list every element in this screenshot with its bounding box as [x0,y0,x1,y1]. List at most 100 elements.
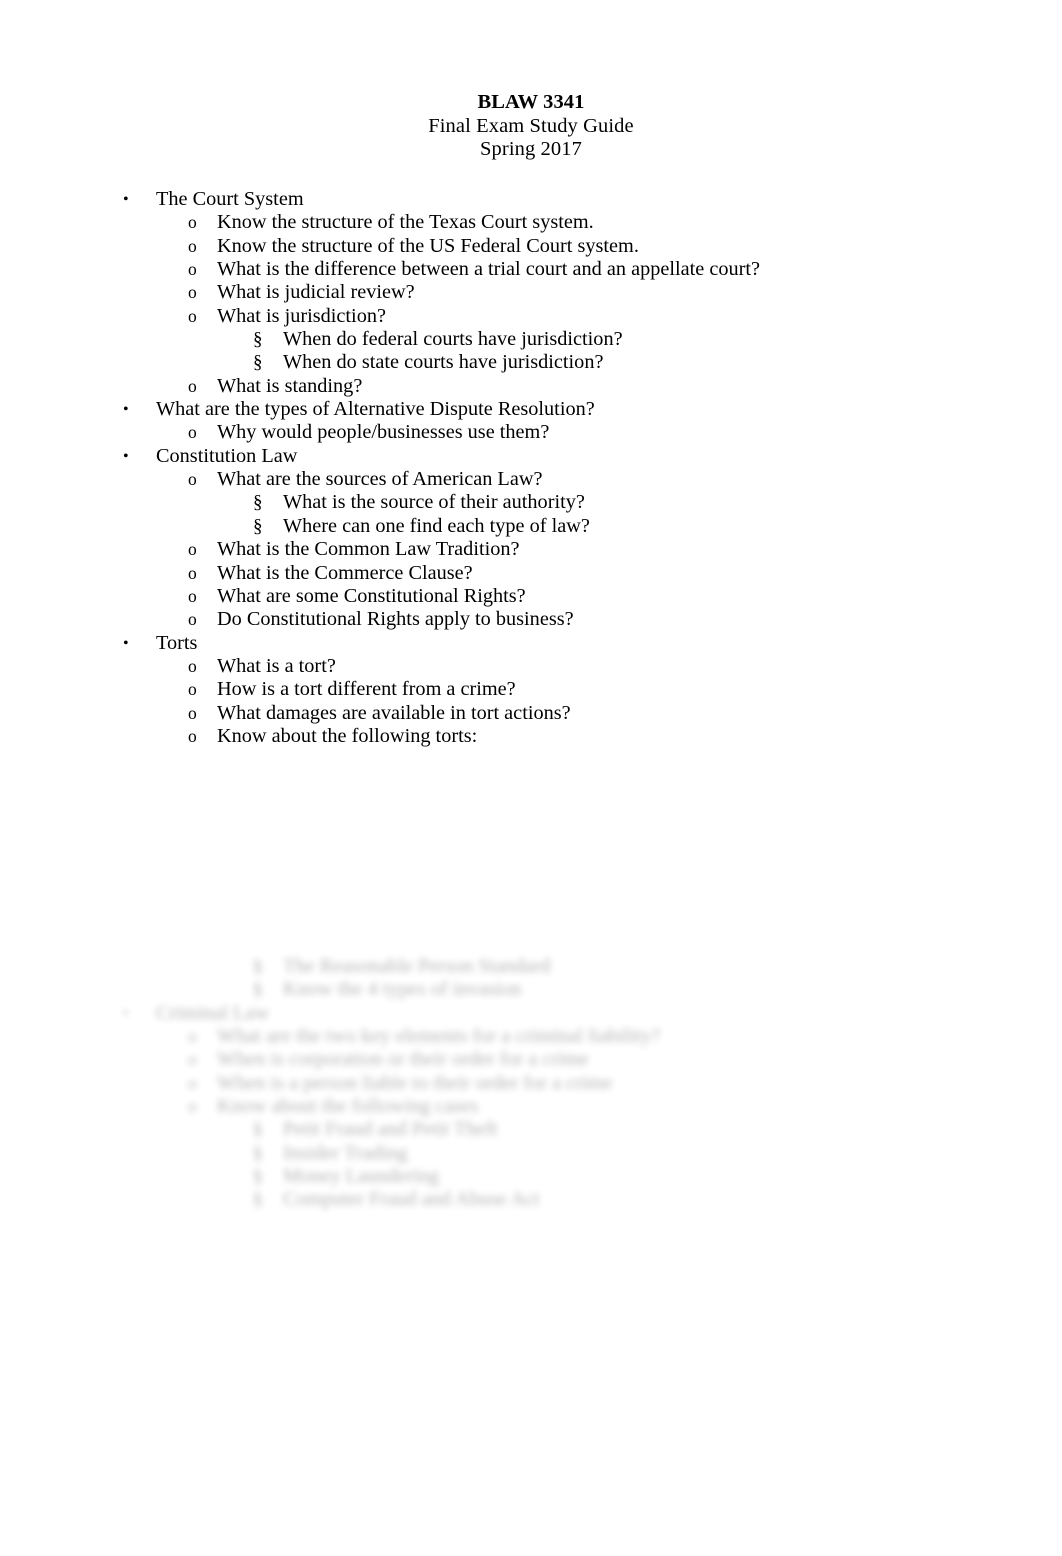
bullet-section-icon: § [253,979,263,1001]
outline-item-row: o What is jurisdiction? [0,305,1062,328]
bullet-section-icon: § [253,492,263,514]
outline-item-text: What damages are available in tort actio… [217,701,571,724]
bullet-dot-icon: • [123,191,129,208]
bullet-circle-icon: o [188,725,197,746]
outline-item-text: Torts [156,631,198,654]
obscured-item-row: § Know the 4 types of invasion [0,978,1062,1001]
outline-item-text: What are some Constitutional Rights? [217,584,526,607]
outline-item-text: Why would people/businesses use them? [217,421,550,444]
bullet-circle-icon: o [188,422,197,443]
bullet-circle-icon: o [188,259,197,280]
bullet-section-icon: § [253,352,263,374]
obscured-item-row: § Insider Trading [0,1142,1062,1165]
bullet-section-icon: § [253,329,263,351]
bullet-section-icon: § [253,1119,263,1141]
outline-item-row: o Know the structure of the Texas Court s… [0,211,1062,234]
obscured-item-text: When is corporation or their order for a… [217,1048,589,1071]
bullet-circle-icon: o [188,539,197,560]
outline-item-text: The Court System [156,188,304,210]
bullet-dot-icon: • [123,1004,129,1022]
bullet-dot-icon: • [123,447,129,465]
outline-item-text: What is the Common Law Tradition? [217,538,520,561]
document-page: BLAW 3341 Final Exam Study Guide Spring … [0,0,1062,1556]
outline-item-row: § What is the source of their authority? [0,491,1062,514]
obscured-item-row: o Know about the following cases [0,1095,1062,1118]
bullet-circle-icon: o [188,305,197,326]
bullet-dot-icon: • [123,401,129,419]
bullet-section-icon: § [253,1189,263,1211]
obscured-item-text: What are the two key elements for a crim… [217,1025,661,1048]
bullet-circle-icon: o [188,609,197,630]
obscured-outline-section: § The Reasonable Person Standard § Know the… [0,955,1062,1212]
title-line-document-name: Final Exam Study Guide [428,114,634,137]
study-guide-outline: • The Court System o Know the structure of … [0,188,1062,748]
bullet-section-icon: § [253,515,263,537]
outline-item-text: Know about the following torts: [217,724,478,747]
outline-item-row: o What is standing? [0,375,1062,398]
outline-item-row: • What are the types of Alternative Dispu… [0,398,1062,421]
bullet-dot-icon: • [123,634,129,652]
obscured-item-row: § The Reasonable Person Standard [0,955,1062,978]
obscured-item-text: The Reasonable Person Standard [283,955,551,977]
obscured-item-text: Insider Trading [283,1141,408,1164]
outline-item-row: o What damages are available in tort acti… [0,702,1062,725]
bullet-circle-icon: o [188,562,197,583]
outline-item-row: o What is a tort? [0,655,1062,678]
bullet-section-icon: § [253,956,263,977]
outline-item-row: § When do federal courts have jurisdictio… [0,328,1062,351]
outline-item-text: What is jurisdiction? [217,304,386,327]
bullet-circle-icon: o [188,469,197,490]
outline-item-row: § Where can one find each type of law? [0,515,1062,538]
bullet-circle-icon: o [188,375,197,396]
bullet-circle-icon: o [188,212,197,233]
obscured-item-row: o When is a person liable to their order … [0,1072,1062,1095]
outline-item-text: When do federal courts have jurisdiction… [283,328,623,351]
outline-item-text: Know the structure of the Texas Court sy… [217,211,594,234]
outline-item-row: • The Court System [0,188,1062,211]
outline-item-text: What is a tort? [217,654,336,677]
outline-item-text: What is standing? [217,374,363,397]
outline-item-row: o What is judicial review? [0,281,1062,304]
bullet-section-icon: § [253,1166,263,1188]
outline-item-text: Know the structure of the US Federal Cou… [217,234,639,257]
obscured-item-text: Petit Fraud and Petit Theft [283,1118,498,1141]
outline-item-text: What is the source of their authority? [283,491,585,514]
bullet-circle-icon: o [188,1049,197,1070]
outline-item-text: What is judicial review? [217,281,415,304]
outline-item-row: o Know about the following torts: [0,725,1062,748]
outline-item-row: o Why would people/businesses use them? [0,421,1062,444]
obscured-item-row: o What are the two key elements for a cri… [0,1025,1062,1048]
outline-item-text: Do Constitutional Rights apply to busine… [217,608,574,631]
bullet-circle-icon: o [188,1072,197,1093]
title-line-course-code: BLAW 3341 [477,91,585,113]
outline-item-text: How is a tort different from a crime? [217,678,516,701]
obscured-item-row: § Computer Fraud and Abuse Act [0,1188,1062,1211]
obscured-item-row: § Petit Fraud and Petit Theft [0,1118,1062,1141]
bullet-circle-icon: o [188,655,197,676]
obscured-item-row: § Money Laundering [0,1165,1062,1188]
obscured-item-text: Know about the following cases [217,1095,479,1118]
outline-item-text: Constitution Law [156,444,298,467]
obscured-item-row: o When is corporation or their order for … [0,1048,1062,1071]
outline-item-row: § When do state courts have jurisdiction? [0,351,1062,374]
outline-item-row: o How is a tort different from a crime? [0,678,1062,701]
bullet-circle-icon: o [188,1096,197,1117]
outline-item-row: o What is the Commerce Clause? [0,562,1062,585]
obscured-item-row: • Criminal Law [0,1002,1062,1025]
outline-item-text: What are the types of Alternative Disput… [156,398,595,421]
outline-item-text: Where can one find each type of law? [283,514,590,537]
outline-item-row: • Torts [0,632,1062,655]
bullet-circle-icon: o [188,235,197,256]
outline-item-text: When do state courts have jurisdiction? [283,351,604,374]
bullet-circle-icon: o [188,679,197,700]
bullet-circle-icon: o [188,282,197,303]
outline-item-row: o Know the structure of the US Federal Co… [0,235,1062,258]
obscured-item-text: Criminal Law [156,1001,270,1024]
bullet-circle-icon: o [188,585,197,606]
bullet-circle-icon: o [188,1026,197,1047]
title-line-term: Spring 2017 [480,138,582,161]
outline-item-row: o What is the Common Law Tradition? [0,538,1062,561]
obscured-item-text: Know the 4 types of invasion [283,978,522,1001]
obscured-item-text: When is a person liable to their order f… [217,1071,613,1094]
obscured-item-text: Computer Fraud and Abuse Act [283,1188,540,1211]
